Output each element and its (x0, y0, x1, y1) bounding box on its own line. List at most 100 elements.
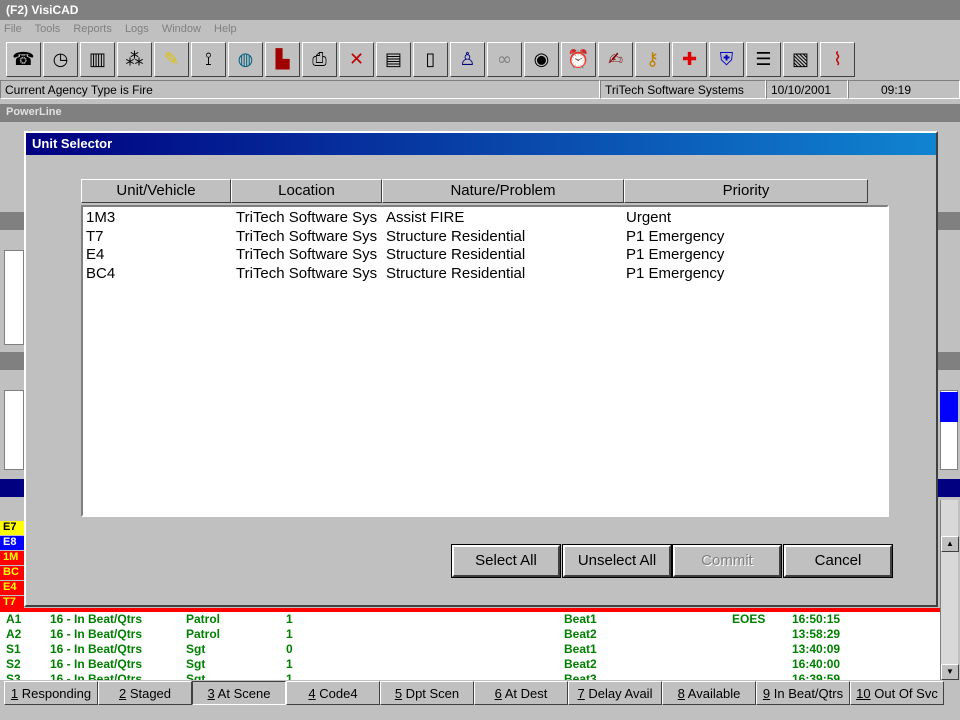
column-location[interactable]: Location (231, 179, 382, 203)
cell-priority: P1 Emergency (626, 227, 725, 245)
commit-button[interactable]: Commit (672, 544, 782, 578)
tab-out-of-svc[interactable]: 10 Out Of Svc (850, 681, 944, 705)
date-status: 10/10/2001 (766, 80, 848, 99)
cell-location: TriTech Software Sys (236, 209, 378, 226)
tab-dpt-scen[interactable]: 5 Dpt Scen (380, 681, 474, 705)
stub-e7: E7 (0, 521, 24, 535)
list-item[interactable]: S3 16 - In Beat/Qtrs Sgt 1 Beat3 16:39:5… (0, 672, 940, 680)
people-icon[interactable]: ♙ (450, 42, 485, 77)
select-all-button[interactable]: Select All (451, 544, 561, 578)
column-unit-vehicle[interactable]: Unit/Vehicle (81, 179, 231, 203)
table-row[interactable]: BC4 TriTech Software Sys Structure Resid… (83, 265, 887, 284)
cell-nature: Structure Residential (386, 264, 526, 282)
antenna-icon[interactable]: ⟟ (191, 42, 226, 77)
cell-unit: T7 (86, 227, 104, 245)
key-icon[interactable]: ⚷ (635, 42, 670, 77)
cell-priority: P1 Emergency (626, 264, 725, 282)
cell-nature: Assist FIRE (386, 209, 465, 226)
scroll-up-arrow[interactable]: ▲ (941, 536, 959, 552)
table-row[interactable]: T7 TriTech Software Sys Structure Reside… (83, 228, 887, 247)
unselect-all-button[interactable]: Unselect All (562, 544, 672, 578)
cell-unit: E4 (86, 246, 105, 263)
stub-e4: E4 (0, 581, 24, 595)
list-item[interactable]: S2 16 - In Beat/Qtrs Sgt 1 Beat2 16:40:0… (0, 657, 940, 672)
chart-doc-icon[interactable]: ▤ (376, 42, 411, 77)
menu-file[interactable]: File (4, 23, 22, 35)
cell-nature: Structure Residential (386, 227, 526, 245)
link-icon[interactable]: ∞ (487, 42, 522, 77)
column-priority[interactable]: Priority (624, 179, 868, 203)
phone-icon[interactable]: ☎ (6, 42, 41, 77)
tab-code4[interactable]: 4 Code4 (286, 681, 380, 705)
grid-header: Unit/Vehicle Location Nature/Problem Pri… (81, 179, 868, 203)
stub-1m: 1M (0, 551, 24, 565)
alarm-icon[interactable]: ⏰ (561, 42, 596, 77)
cell-location: TriTech Software Sys (236, 227, 378, 245)
edit-icon[interactable]: ✍ (598, 42, 633, 77)
cross-icon[interactable]: ✚ (672, 42, 707, 77)
company-status: TriTech Software Systems (600, 80, 766, 99)
tab-staged[interactable]: 2 Staged (98, 681, 192, 705)
menu-reports[interactable]: Reports (73, 23, 112, 35)
globe-icon[interactable]: ◍ (228, 42, 263, 77)
time-status: 09:19 (848, 80, 960, 99)
cell-nature: Structure Residential (386, 246, 526, 263)
status-tabs: 1 Responding 2 Staged 3 At Scene 4 Code4… (0, 681, 960, 707)
units-list: A1 16 - In Beat/Qtrs Patrol 1 Beat1 EOES… (0, 608, 940, 680)
tab-at-dest[interactable]: 6 At Dest (474, 681, 568, 705)
unit-selector-dialog: Unit Selector Unit/Vehicle Location Natu… (24, 131, 938, 607)
cell-priority: Urgent (626, 209, 672, 226)
tab-in-beat-qtrs[interactable]: 9 In Beat/Qtrs (756, 681, 850, 705)
menu-window[interactable]: Window (162, 23, 201, 35)
scroll-down-arrow[interactable]: ▼ (941, 664, 959, 680)
list-item[interactable]: A1 16 - In Beat/Qtrs Patrol 1 Beat1 EOES… (0, 612, 940, 627)
unit-grid: 1M3 TriTech Software Sys Assist FIRE Urg… (81, 205, 889, 517)
cell-unit: 1M3 (86, 209, 116, 226)
units-panel-title-end (940, 479, 960, 497)
stub-bc: BC (0, 566, 24, 580)
badge-icon[interactable]: ⛨ (709, 42, 744, 77)
clock-icon[interactable]: ◷ (43, 42, 78, 77)
building-icon[interactable]: ▙ (265, 42, 300, 77)
toolbar: ☎ ◷ ▥ ⁂ ✎ ⟟ ◍ ▙ ⎙ ✕ ▤ ▯ ♙ ∞ ◉ ⏰ ✍ ⚷ ✚ ⛨ … (0, 40, 960, 80)
list-item[interactable]: S1 16 - In Beat/Qtrs Sgt 0 Beat1 13:40:0… (0, 642, 940, 657)
list-icon[interactable]: ☰ (746, 42, 781, 77)
graph-icon[interactable]: ⌇ (820, 42, 855, 77)
cell-location: TriTech Software Sys (236, 246, 378, 263)
pencil-icon[interactable]: ✎ (154, 42, 189, 77)
cell-priority: P1 Emergency (626, 246, 725, 263)
table-row[interactable]: E4 TriTech Software Sys Structure Reside… (83, 246, 887, 265)
tab-at-scene[interactable]: 3 At Scene (192, 681, 286, 705)
table-row[interactable]: 1M3 TriTech Software Sys Assist FIRE Urg… (83, 209, 887, 228)
tab-delay-avail[interactable]: 7 Delay Avail (568, 681, 662, 705)
stub-e8: E8 (0, 536, 24, 550)
powerline-label: PowerLine (6, 106, 62, 118)
powerline-title: PowerLine (0, 104, 960, 122)
printer-icon[interactable]: ⎙ (302, 42, 337, 77)
network-icon[interactable]: ⁂ (117, 42, 152, 77)
list-item[interactable]: A2 16 - In Beat/Qtrs Patrol 1 Beat2 13:5… (0, 627, 940, 642)
tools-icon[interactable]: ✕ (339, 42, 374, 77)
menu-help[interactable]: Help (214, 23, 237, 35)
column-nature-problem[interactable]: Nature/Problem (382, 179, 624, 203)
tab-responding[interactable]: 1 Responding (4, 681, 98, 705)
notes-icon[interactable]: ▧ (783, 42, 818, 77)
menu-bar: File Tools Reports Logs Window Help (0, 20, 960, 40)
cancel-button[interactable]: Cancel (783, 544, 893, 578)
status-bar: Current Agency Type is Fire TriTech Soft… (0, 80, 960, 100)
book-icon[interactable]: ▯ (413, 42, 448, 77)
bottom-strip (0, 707, 960, 720)
selection-stripe (940, 392, 958, 422)
units-scrollbar[interactable]: ▲ ▼ (940, 500, 959, 680)
dialog-title: Unit Selector (26, 133, 936, 155)
menu-tools[interactable]: Tools (35, 23, 61, 35)
app-title: (F2) VisiCAD (6, 3, 79, 17)
tab-available[interactable]: 8 Available (662, 681, 756, 705)
cell-unit: BC4 (86, 264, 116, 282)
background-panel-list (4, 250, 24, 345)
trash-icon[interactable]: ▥ (80, 42, 115, 77)
eye-icon[interactable]: ◉ (524, 42, 559, 77)
agency-status: Current Agency Type is Fire (0, 80, 600, 99)
menu-logs[interactable]: Logs (125, 23, 149, 35)
background-panel-list-2 (4, 390, 24, 470)
